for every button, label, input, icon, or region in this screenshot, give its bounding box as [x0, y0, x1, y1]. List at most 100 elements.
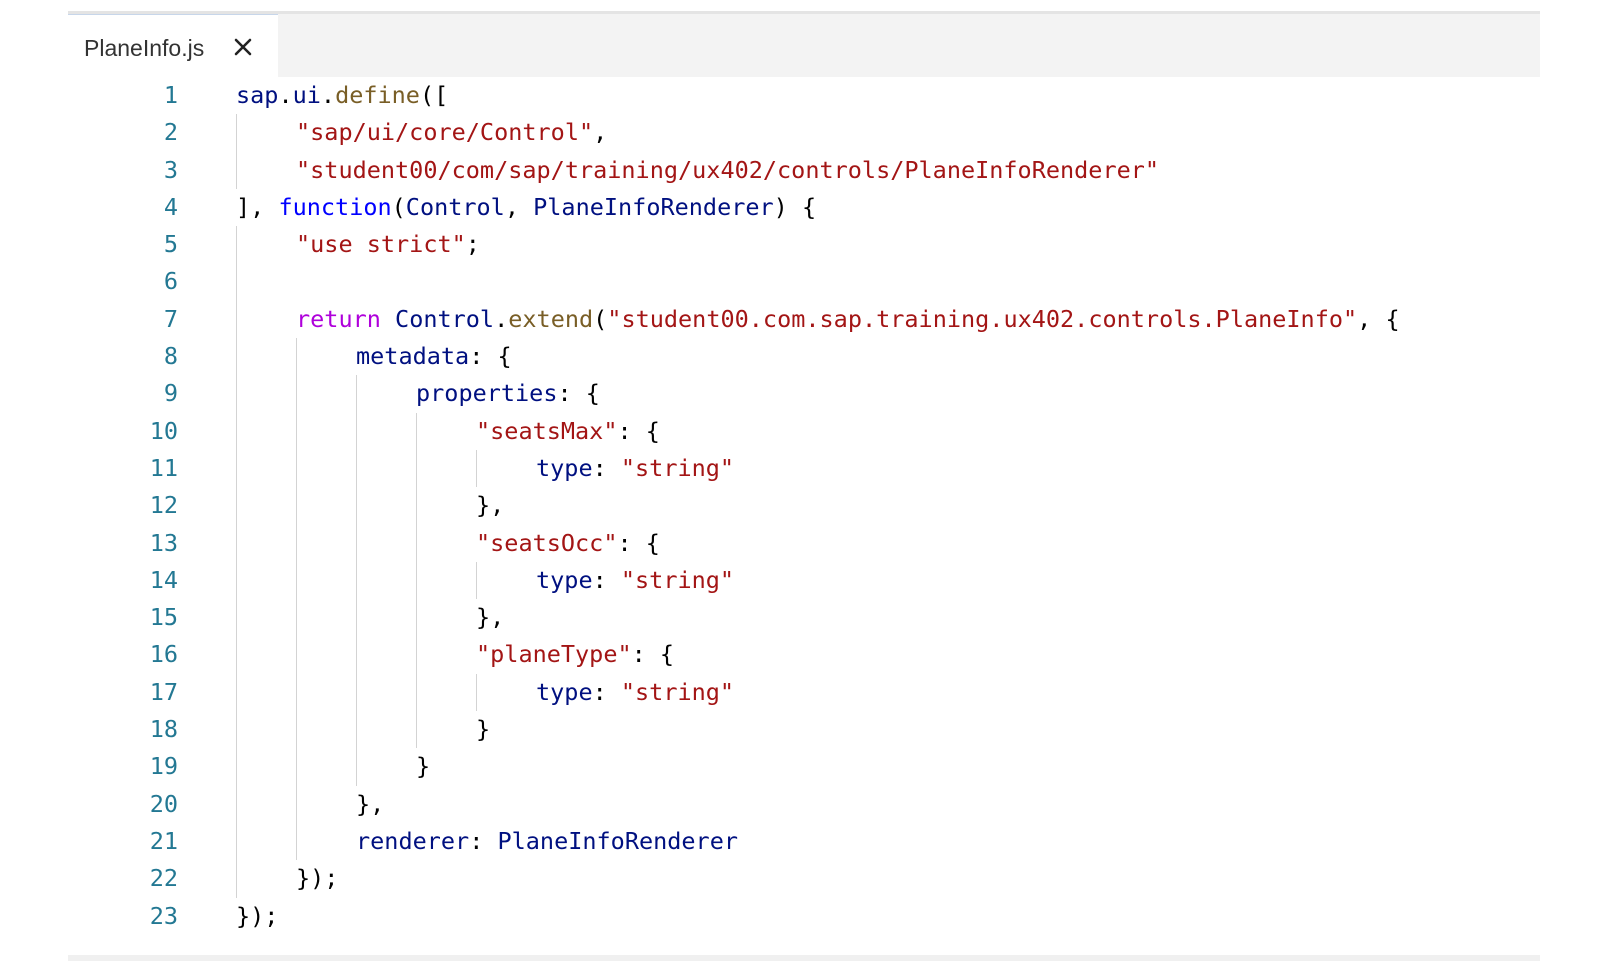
close-icon[interactable] — [231, 35, 255, 59]
code-line[interactable]: 17 type: "string" — [68, 673, 1540, 712]
code-text: }, — [476, 487, 504, 524]
code-line[interactable]: 19} — [68, 748, 1540, 786]
line-number: 5 — [163, 230, 178, 259]
indent-guide — [296, 449, 297, 488]
code-line[interactable]: 3 "student00/com/sap/training/ux402/contr… — [68, 151, 1540, 189]
code-text: } — [416, 748, 430, 785]
indent-guide — [236, 524, 237, 562]
indent-guide — [416, 673, 417, 712]
indent-guide — [296, 375, 297, 413]
indent-guide — [356, 599, 357, 637]
code-line[interactable]: 5 "use strict"; — [68, 226, 1540, 264]
code-token: . — [494, 304, 509, 333]
code-line[interactable]: 2 "sap/ui/core/Control", — [68, 114, 1540, 152]
indent-guide — [416, 524, 417, 562]
tab-planeinfo-js[interactable]: PlaneInfo.js — [68, 14, 278, 77]
line-number: 21 — [149, 826, 178, 855]
line-number: 6 — [163, 267, 178, 296]
code-token: metadata — [356, 342, 470, 371]
indent-guide — [296, 711, 297, 749]
code-line[interactable]: 7 return Control.extend("student00.com.sa… — [68, 300, 1540, 339]
indent-guide — [236, 338, 237, 376]
indent-guide — [356, 524, 357, 562]
code-line[interactable]: 12}, — [68, 487, 1540, 525]
indent-guide — [236, 860, 237, 898]
code-token: "seatsOcc" — [476, 528, 618, 557]
code-token: type — [536, 565, 593, 594]
code-line[interactable]: 4], function(Control, PlaneInfoRenderer)… — [68, 189, 1540, 226]
indent-guide — [416, 711, 417, 749]
line-number: 3 — [163, 155, 178, 184]
indent-guide — [356, 673, 357, 712]
code-text: "sap/ui/core/Control", — [296, 114, 607, 151]
code-token: "student00/com/sap/training/ux402/contro… — [296, 155, 1160, 184]
code-line[interactable]: 15}, — [68, 599, 1540, 637]
code-line[interactable]: 11 type: "string" — [68, 449, 1540, 488]
code-line[interactable]: 16 "planeType": { — [68, 636, 1540, 674]
indent-guide — [356, 711, 357, 749]
line-number: 15 — [149, 603, 178, 632]
code-token: } — [416, 752, 431, 781]
code-text: type: "string" — [536, 450, 734, 487]
line-number: 19 — [149, 752, 178, 781]
code-token: "student00.com.sap.training.ux402.contro… — [607, 304, 1358, 333]
indent-guide — [236, 151, 237, 189]
line-number: 2 — [163, 118, 178, 147]
code-text: return Control.extend("student00.com.sap… — [296, 301, 1400, 338]
code-token: , — [504, 192, 534, 221]
code-token: }, — [476, 603, 505, 632]
tab-filename: PlaneInfo.js — [84, 35, 205, 61]
indent-guide — [236, 487, 237, 525]
code-token: sap — [236, 81, 279, 109]
code-token: . — [278, 81, 293, 109]
code-token: "string" — [620, 565, 735, 594]
code-text: "seatsOcc": { — [476, 525, 660, 562]
indent-guide — [296, 487, 297, 525]
indent-guide — [416, 449, 417, 488]
line-number: 8 — [163, 342, 178, 371]
code-text: sap.ui.define([ — [236, 77, 448, 114]
indent-guide — [296, 412, 297, 450]
code-line[interactable]: 20}, — [68, 785, 1540, 823]
editor-bottom-edge — [68, 955, 1540, 961]
indent-guide — [236, 412, 237, 450]
code-line[interactable]: 1 sap.ui.define([ — [68, 77, 1540, 114]
line-number: 23 — [149, 901, 178, 930]
indent-guide — [296, 673, 297, 712]
code-editor[interactable]: PlaneInfo.js 1 sap.ui.define([2 "sap/ui/co… — [68, 11, 1540, 961]
code-line[interactable]: 10 "seatsMax": { — [68, 412, 1540, 450]
code-area[interactable]: 1 sap.ui.define([2 "sap/ui/core/Control", 3… — [68, 77, 1540, 935]
code-text: } — [476, 711, 490, 748]
code-line[interactable]: 8 metadata: { — [68, 338, 1540, 376]
indent-guide — [296, 636, 297, 674]
code-token: : { — [617, 416, 660, 445]
code-line[interactable]: 21 renderer: PlaneInfoRenderer — [68, 822, 1540, 861]
code-line[interactable]: 13 "seatsOcc": { — [68, 524, 1540, 562]
code-line[interactable]: 23}); — [68, 898, 1540, 935]
indent-guide — [296, 524, 297, 562]
code-text: ], function(Control, PlaneInfoRenderer) … — [236, 189, 816, 226]
code-line[interactable]: 14 type: "string" — [68, 561, 1540, 600]
code-line[interactable]: 6 — [68, 263, 1540, 301]
code-token: define — [335, 81, 420, 109]
indent-guide — [236, 785, 237, 823]
indent-guide — [296, 748, 297, 786]
indent-guide — [236, 599, 237, 637]
code-line[interactable]: 9 properties: { — [68, 375, 1540, 413]
code-token: "use strict" — [296, 230, 466, 259]
code-text: }, — [356, 786, 384, 823]
line-number: 18 — [149, 715, 178, 744]
code-token: properties — [416, 379, 558, 408]
indent-guide — [236, 263, 237, 301]
code-token: : { — [631, 640, 675, 669]
indent-guide — [416, 636, 417, 674]
indent-guide — [356, 487, 357, 525]
indent-guide — [296, 785, 297, 823]
indent-guide — [416, 599, 417, 637]
code-token: ; — [465, 230, 480, 259]
code-line[interactable]: 22}); — [68, 860, 1540, 898]
line-number: 7 — [163, 304, 178, 333]
code-text: properties: { — [416, 375, 600, 412]
code-text: }); — [236, 898, 278, 935]
code-line[interactable]: 18} — [68, 711, 1540, 749]
